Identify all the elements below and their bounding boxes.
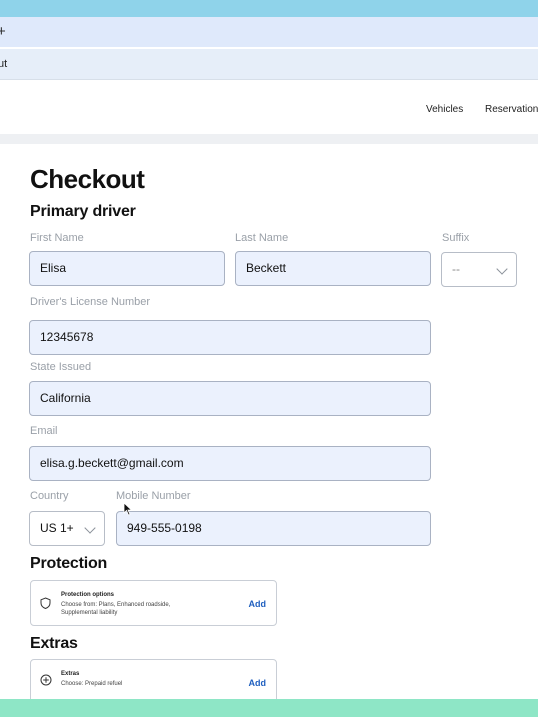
suffix-select[interactable]: -- bbox=[441, 252, 517, 287]
primary-driver-heading: Primary driver bbox=[30, 203, 136, 220]
country-label: Country bbox=[30, 490, 69, 502]
protection-card: Protection options Choose from: Plans, E… bbox=[30, 580, 277, 626]
country-select[interactable]: US 1+ bbox=[29, 511, 105, 546]
mobile-label: Mobile Number bbox=[116, 490, 191, 502]
extras-card-desc: Choose: Prepaid refuel bbox=[61, 681, 123, 687]
license-field[interactable]: 12345678 bbox=[29, 320, 431, 355]
mouse-cursor-icon bbox=[123, 502, 133, 516]
window-top-bar bbox=[0, 0, 538, 17]
site-nav: Vehicles Reservations bbox=[0, 84, 538, 134]
plus-circle-icon bbox=[40, 674, 52, 686]
new-tab-button[interactable]: + bbox=[0, 23, 6, 40]
last-name-label: Last Name bbox=[235, 232, 289, 244]
mobile-field[interactable]: 949-555-0198 bbox=[116, 511, 431, 546]
suffix-value: -- bbox=[452, 262, 460, 276]
extras-card-title: Extras bbox=[61, 671, 80, 677]
tab-strip: + bbox=[0, 17, 538, 47]
suffix-label: Suffix bbox=[442, 232, 470, 244]
address-text: ut bbox=[0, 58, 8, 70]
chevron-down-icon bbox=[84, 522, 96, 534]
email-field[interactable]: elisa.g.beckett@gmail.com bbox=[29, 446, 431, 481]
shield-icon bbox=[40, 597, 51, 609]
extras-add-button[interactable]: Add bbox=[249, 678, 267, 688]
last-name-field[interactable]: Beckett bbox=[235, 251, 431, 286]
address-bar[interactable]: ut bbox=[0, 49, 538, 80]
state-label: State Issued bbox=[30, 361, 92, 373]
protection-card-title: Protection options bbox=[61, 592, 114, 598]
first-name-field[interactable]: Elisa bbox=[29, 251, 225, 286]
license-label: Driver's License Number bbox=[30, 296, 151, 308]
nav-link-reservations[interactable]: Reservations bbox=[485, 104, 538, 115]
nav-link-vehicles[interactable]: Vehicles bbox=[426, 104, 463, 115]
bottom-bar bbox=[0, 699, 538, 717]
chevron-down-icon bbox=[496, 263, 508, 275]
email-label: Email bbox=[30, 425, 58, 437]
country-value: US 1+ bbox=[40, 521, 74, 535]
page-title: Checkout bbox=[30, 164, 145, 194]
extras-heading: Extras bbox=[30, 635, 78, 652]
state-field[interactable]: California bbox=[29, 381, 431, 416]
protection-add-button[interactable]: Add bbox=[249, 599, 267, 609]
protection-heading: Protection bbox=[30, 555, 108, 572]
protection-card-desc: Choose from: Plans, Enhanced roadside, S… bbox=[61, 602, 171, 616]
nav-divider bbox=[0, 134, 538, 144]
first-name-label: First Name bbox=[30, 232, 84, 244]
